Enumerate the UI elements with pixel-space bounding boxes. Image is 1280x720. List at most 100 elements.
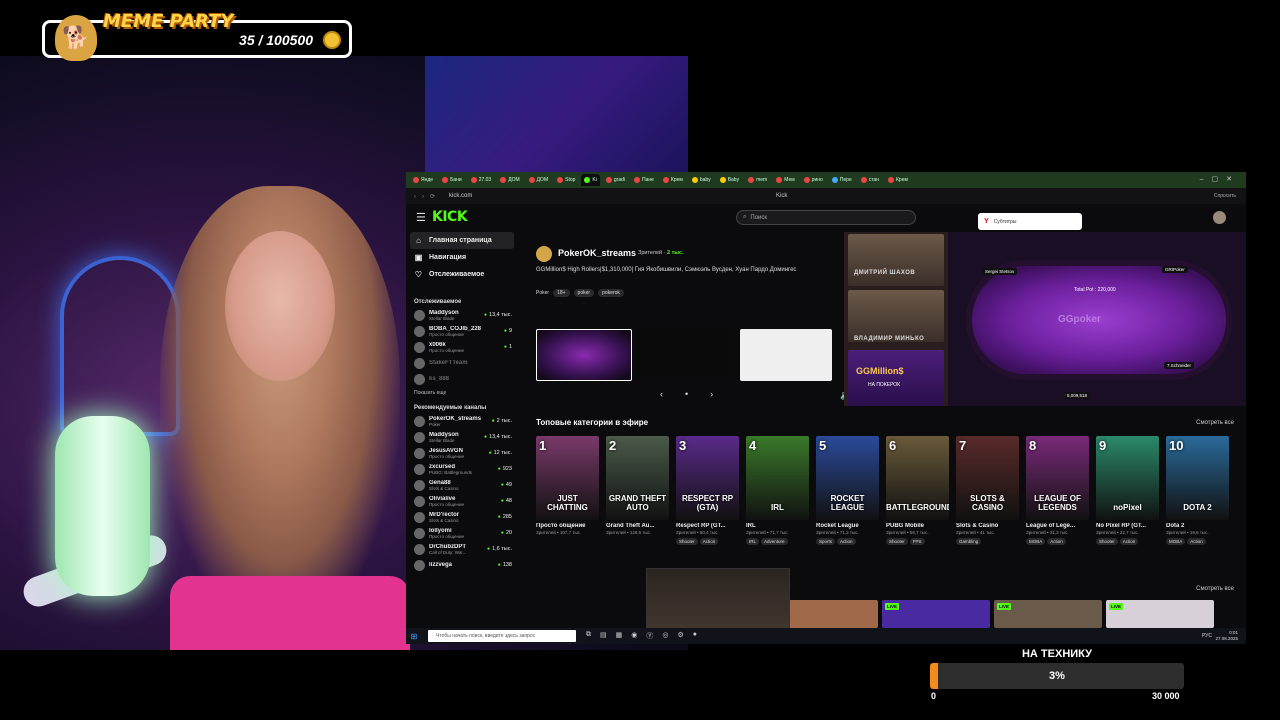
sidebar-channel[interactable]: x006kПросто общение1 <box>406 339 518 355</box>
category-card[interactable]: 6 BATTLEGROUNDS PUBG MobileЗрителей • 58,7… <box>886 436 949 545</box>
category-tag[interactable]: Shooter <box>886 538 908 545</box>
sidebar-channel[interactable]: lollyomiПросто общение20 <box>406 525 518 541</box>
browser-tab[interactable]: Бани <box>439 174 465 186</box>
live-stream-thumb[interactable]: LIVE <box>994 600 1102 628</box>
browser-tab[interactable]: mem <box>745 174 770 186</box>
sidebar-channel[interactable]: JesusAVGNПросто общение12 тыс. <box>406 445 518 461</box>
category-tag[interactable]: Action <box>1187 538 1206 545</box>
ask-button[interactable]: Спросить <box>1214 193 1236 199</box>
category-tag[interactable]: Action <box>837 538 856 545</box>
yandex-subtitles-popup[interactable]: Y Субтитры <box>978 213 1082 230</box>
search-input[interactable]: ⌕ Поиск <box>736 210 916 225</box>
nav-buttons[interactable]: ‹›⟳ <box>406 193 441 200</box>
system-clock[interactable]: 0:01 27.08.2025 <box>1215 630 1238 642</box>
windows-start-icon[interactable]: ⊞ <box>406 632 422 641</box>
browser-tab-active[interactable]: Ki <box>581 174 600 186</box>
category-card[interactable]: 9 noPixel No Pixel RP (GT... Зрителей • 22,… <box>1096 436 1159 545</box>
category-tag[interactable]: Adventure <box>761 538 788 545</box>
category-tag[interactable]: Shooter <box>676 538 698 545</box>
yandex-browser-icon[interactable]: Ⓨ <box>646 631 653 641</box>
keyboard-language[interactable]: РУС <box>1202 633 1212 639</box>
sidebar-channel[interactable]: Gena88Slots & Casino49 <box>406 477 518 493</box>
featured-channel-name[interactable]: PokerOK_streams <box>558 248 636 258</box>
nav-following[interactable]: ♡ Отслеживаемое <box>406 266 518 283</box>
tab-label: Крем <box>896 177 908 183</box>
category-tag[interactable]: Action <box>1119 538 1139 545</box>
tag[interactable]: poker <box>573 289 595 297</box>
obs-icon[interactable]: ● <box>693 631 697 641</box>
category-card[interactable]: 3 RESPECT RP (GTA) Respect RP (GT... Зрител… <box>676 436 739 545</box>
see-all-link[interactable]: Смотреть все <box>1196 586 1234 592</box>
browser-tab[interactable]: Крем <box>885 174 911 186</box>
app-icon[interactable]: ◎ <box>662 631 668 641</box>
sidebar-channel[interactable]: lizzvega 138 <box>406 557 518 573</box>
category-card[interactable]: 5 ROCKET LEAGUE Rocket League Зрителей • 71… <box>816 436 879 545</box>
category-card[interactable]: 4 IRL IRL Зрителей • 71,7 тыс. IRL Adventure <box>746 436 809 545</box>
sidebar-channel[interactable]: DrChubzDPTCall of Duty: War...1,6 тыс. <box>406 541 518 557</box>
file-explorer-icon[interactable]: ▤ <box>600 631 607 641</box>
see-all-link[interactable]: Смотреть все <box>1196 420 1234 426</box>
category-tag[interactable]: Shooter <box>1096 538 1118 545</box>
live-stream-thumb[interactable]: LIVE <box>882 600 990 628</box>
category-tag[interactable]: Action <box>699 538 719 545</box>
sidebar-channel[interactable]: PokerOK_streamsPoker2 тыс. <box>406 413 518 429</box>
category-card[interactable]: 10 DOTA 2 Dota 2 Зрителей • 19,6 тыс. MOBA Ac… <box>1166 436 1229 545</box>
show-more-link[interactable]: Показать еще <box>406 387 518 399</box>
taskbar-search-input[interactable]: Чтобы начать поиск, введите здесь запрос <box>428 630 576 642</box>
window-controls[interactable]: –▢✕ <box>1200 175 1240 183</box>
browser-tab[interactable]: Мем <box>773 174 797 186</box>
carousel-thumb-active[interactable] <box>536 329 632 381</box>
category-tag[interactable]: IRL <box>746 538 760 545</box>
sidebar-channel[interactable]: StakeFTTeam <box>406 355 518 371</box>
browser-tab[interactable]: ДОМ <box>497 174 522 186</box>
category-tag[interactable]: Action <box>1047 538 1066 545</box>
kick-logo[interactable]: KICK <box>432 209 468 225</box>
live-stream-thumb[interactable]: LIVE <box>1106 600 1214 628</box>
sidebar-channel[interactable]: MaddysonStellar Blade13,4 тыс. <box>406 429 518 445</box>
sidebar-channel[interactable]: zxcursedPUBG: Battlegrounds923 <box>406 461 518 477</box>
browser-tab[interactable]: Stop <box>554 174 578 186</box>
category-tag[interactable]: Sports <box>816 538 836 545</box>
browser-tab[interactable]: baby <box>689 174 714 186</box>
store-icon[interactable]: ▦ <box>616 631 623 641</box>
browser-tab[interactable]: gradi <box>603 174 628 186</box>
tag[interactable]: pokerok <box>598 289 624 297</box>
url-field[interactable]: kick.com <box>449 193 472 199</box>
nav-browse[interactable]: ▣ Навигация <box>406 249 518 266</box>
sidebar-channel[interactable]: MaddysonStellar Blade13,4 тыс. <box>406 307 518 323</box>
featured-channel-avatar[interactable] <box>536 246 552 262</box>
browser-tab[interactable]: Пере <box>829 174 855 186</box>
category-card[interactable]: 1 JUST CHATTING Просто общение Зрителей • 1… <box>536 436 599 538</box>
settings-icon[interactable]: ⚙ <box>677 631 683 641</box>
carousel-nav[interactable]: ‹•› <box>660 389 735 399</box>
category-tag[interactable]: FPS <box>909 538 925 545</box>
category-card[interactable]: 2 GRAND THEFT AUTO Grand Theft Au... Зрител… <box>606 436 669 538</box>
sidebar-channel[interactable]: MrD'rectorSlots & Casino285 <box>406 509 518 525</box>
browser-tab[interactable]: стан <box>858 174 882 186</box>
browser-tab[interactable]: ДОМ <box>526 174 551 186</box>
nav-home[interactable]: ⌂ Главная страница <box>410 232 514 249</box>
browser-tab[interactable]: Крем <box>660 174 686 186</box>
tag-category[interactable]: Poker <box>536 290 549 296</box>
task-view-icon[interactable]: ⧉ <box>586 631 591 641</box>
category-tag[interactable]: MOBA <box>1166 538 1186 545</box>
category-tag[interactable]: MOBA <box>1026 538 1046 545</box>
category-card[interactable]: 8 LEAGUE OF LEGENDS League of Lege... Зрите… <box>1026 436 1089 545</box>
sidebar-channel[interactable]: ks_888 <box>406 371 518 387</box>
sidebar-channel[interactable]: OlivialiveПросто общение48 <box>406 493 518 509</box>
channel-avatar <box>414 559 425 571</box>
browser-tab[interactable]: Baby <box>717 174 742 186</box>
carousel-thumb[interactable] <box>740 329 832 381</box>
browser-tab[interactable]: 27.03 <box>468 174 495 186</box>
browser-tab[interactable]: Янде <box>410 174 436 186</box>
carousel-thumb[interactable] <box>638 329 734 381</box>
stream-player[interactable]: ДМИТРИЙ ШАХОВ ВЛАДИМИР МИНЬКО GGMillion$… <box>844 232 1246 406</box>
category-tag[interactable]: Gambling <box>956 538 982 545</box>
user-avatar[interactable] <box>1213 211 1226 224</box>
browser-tab[interactable]: Пане <box>631 174 657 186</box>
sidebar-channel[interactable]: BOBA_COJIb_228Просто общение9 <box>406 323 518 339</box>
menu-icon[interactable]: ☰ <box>416 211 426 224</box>
browser-icon[interactable]: ◉ <box>631 631 637 641</box>
browser-tab[interactable]: рино <box>801 174 826 186</box>
category-card[interactable]: 7 SLOTS & CASINO Slots & Casino Зрителей • … <box>956 436 1019 545</box>
